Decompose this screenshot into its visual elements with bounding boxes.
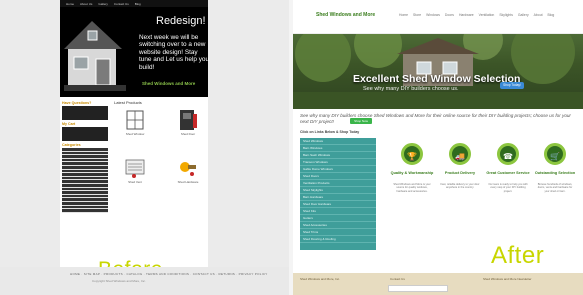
category-menu-item[interactable]: Barn Windows (300, 145, 376, 152)
after-category-menu: Shed Windows Barn Windows Barn Sash Wind… (300, 138, 376, 250)
feature-title: Great Customer Service (486, 171, 530, 175)
category-menu-item[interactable]: Shed Door Hardware (300, 201, 376, 208)
footer-contact-input[interactable] (388, 285, 448, 292)
comparison-canvas: Home About Us Gallery Contact Us Blog Re… (0, 0, 583, 295)
after-nav-item[interactable]: Windows (426, 13, 440, 17)
category-menu-item[interactable]: Gable Dome Windows (300, 166, 376, 173)
headset-icon: ☎ (497, 143, 519, 165)
after-nav-item[interactable]: Skylights (499, 13, 513, 17)
after-nav-item[interactable]: Blog (548, 13, 555, 17)
category-menu-item[interactable]: Shed Flooring & Roofing (300, 236, 376, 243)
feature-selection: 🛒 Outstanding Selection Browse hundreds … (533, 143, 577, 243)
feature-title: Outstanding Selection (534, 171, 576, 175)
sidebar-heading: Have Questions? (62, 101, 92, 105)
product-door-image (180, 110, 197, 130)
category-menu-item[interactable]: Barn Hardware (300, 194, 376, 201)
hero-garden-photo (293, 34, 583, 109)
after-footer: Shed Windows and More, Inc. Contact Us S… (293, 273, 583, 295)
feature-title: Product Delivery (444, 171, 476, 175)
after-section-heading: Click on Links Below & Shop Today (300, 130, 360, 134)
before-footer: HOME · SITE MAP · PRODUCTS · CATALOG · T… (0, 267, 289, 295)
truck-icon: 🚚 (449, 143, 471, 165)
product-card[interactable]: Shed Door (173, 109, 201, 141)
product-vent-image (125, 159, 145, 178)
product-card[interactable]: Shed Window (120, 109, 148, 141)
before-sidebar: Have Questions? My Cart Categories (60, 99, 110, 213)
feature-description: Fast, reliable delivery to your door any… (440, 183, 480, 190)
category-menu-item[interactable]: Shed Windows (300, 138, 376, 145)
sidebar-cart-box (62, 127, 108, 141)
before-main-title: Latest Products (114, 100, 142, 105)
before-nav-item[interactable]: Gallery (98, 2, 108, 6)
after-nav-item[interactable]: Gallery (518, 13, 529, 17)
after-nav-item[interactable]: Ventilation (479, 13, 495, 17)
after-top-nav: Home Store Windows Doors Hardware Ventil… (399, 13, 554, 17)
category-menu-item[interactable]: Shed Skylights (300, 187, 376, 194)
feature-description: Shed Windows and More is your source for… (393, 183, 431, 193)
after-nav-item[interactable]: Store (413, 13, 421, 17)
category-menu-item[interactable]: Shed Kits (300, 208, 376, 215)
before-copyright: Copyright Shed Windows and More, Inc. (92, 279, 146, 283)
footer-company: Shed Windows and More, Inc. (300, 277, 341, 281)
after-logo[interactable]: Shed Windows and More (316, 12, 375, 18)
before-panel: Home About Us Gallery Contact Us Blog Re… (0, 0, 289, 295)
product-caption: Shed Door (180, 132, 196, 136)
category-menu-item[interactable]: Gutters (300, 215, 376, 222)
category-menu-item[interactable]: Shed Trims (300, 229, 376, 236)
before-hero-text: Next week we will be switching over to a… (139, 34, 209, 71)
category-menu-item[interactable]: Shed Doors (300, 173, 376, 180)
after-hero-title: Excellent Shed Window Selection (353, 73, 521, 85)
category-menu-item[interactable]: Shed Accessories (300, 222, 376, 229)
after-watermark: After (491, 242, 545, 269)
category-menu-item[interactable]: Barn Sash Windows (300, 152, 376, 159)
product-card[interactable]: Shed Hardware (173, 157, 201, 189)
product-caption: Shed Vent (128, 180, 142, 184)
category-menu-item[interactable]: Transom Windows (300, 159, 376, 166)
feature-description: Our team is ready to help you with every… (488, 183, 528, 193)
before-hero-title: Redesign! (156, 15, 206, 27)
before-nav-item[interactable]: Home (66, 2, 74, 6)
shed-illustration (64, 21, 126, 91)
product-card[interactable]: Shed Vent (120, 157, 148, 189)
before-hero-banner: Redesign! Next week we will be switching… (60, 7, 209, 97)
before-nav-item[interactable]: About Us (80, 2, 92, 6)
after-nav-item[interactable]: Home (399, 13, 408, 17)
footer-newsletter-heading: Shed Windows and More Newsletter (483, 277, 532, 281)
before-nav-item[interactable]: Contact Us (114, 2, 129, 6)
product-window-image (126, 110, 144, 130)
feature-title: Quality & Workmanship (390, 171, 434, 175)
before-top-nav: Home About Us Gallery Contact Us Blog (60, 0, 208, 7)
feature-quality: 🏆 Quality & Workmanship Shed Windows and… (390, 143, 434, 243)
before-nav-item[interactable]: Blog (135, 2, 141, 6)
after-header: Shed Windows and More Home Store Windows… (293, 0, 583, 34)
after-intro-text: See why many DIY builders choose Shed Wi… (300, 113, 571, 124)
shop-today-button[interactable]: Shop Today! (500, 82, 524, 89)
after-nav-item[interactable]: Hardware (459, 13, 474, 17)
sidebar-contact-box (62, 106, 108, 120)
shop-now-button[interactable]: Shop Now (350, 118, 372, 124)
sidebar-heading: Categories (62, 143, 81, 147)
after-panel: Shed Windows and More Home Store Windows… (293, 0, 583, 295)
trophy-icon: 🏆 (401, 143, 423, 165)
feature-description: Browse hundreds of windows, doors, vents… (537, 183, 573, 193)
feature-service: ☎ Great Customer Service Our team is rea… (486, 143, 530, 243)
sidebar-heading: My Cart (62, 122, 76, 126)
after-nav-item[interactable]: About (534, 13, 543, 17)
product-caption: Shed Window (125, 132, 145, 136)
after-hero-banner: Excellent Shed Window Selection See why … (293, 34, 583, 109)
before-content-area: Have Questions? My Cart Categories Lates… (60, 97, 208, 267)
after-hero-subtitle: See why many DIY builders choose us. (363, 86, 459, 92)
feature-delivery: 🚚 Product Delivery Fast, reliable delive… (438, 143, 482, 243)
before-footer-links[interactable]: HOME · SITE MAP · PRODUCTS · CATALOG · T… (70, 272, 268, 276)
footer-contact-heading: Contact Us (390, 277, 405, 281)
category-menu-item[interactable]: Ventilation Products (300, 180, 376, 187)
cart-icon: 🛒 (544, 143, 566, 165)
sidebar-category-link[interactable] (62, 209, 108, 213)
before-hero-logo: Shed Windows and More (142, 81, 196, 86)
product-caption: Shed Hardware (177, 180, 199, 184)
product-hardware-image (180, 162, 196, 176)
after-nav-item[interactable]: Doors (445, 13, 454, 17)
